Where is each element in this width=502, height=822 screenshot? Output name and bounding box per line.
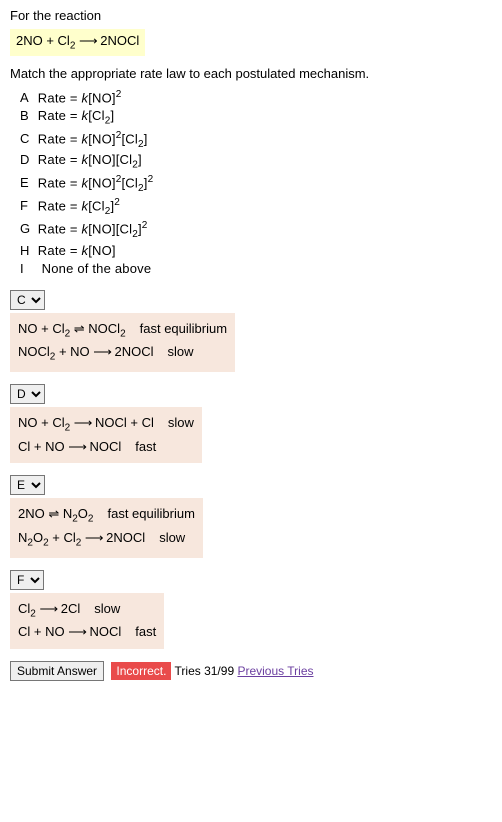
option-i: I None of the above (20, 261, 492, 276)
mechanism-text-1: NO + Cl2 ⇌ NOCl2fast equilibrium NOCl2 +… (10, 313, 235, 372)
option-e: E Rate = k[NO]2[Cl2]2 (20, 174, 492, 194)
option-b: B Rate = k[Cl2] (20, 108, 492, 127)
mechanism-block-3: E 2NO ⇌ N2O2fast equilibrium N2O2 + Cl2 … (10, 475, 492, 557)
option-g: G Rate = k[NO][Cl2]2 (20, 220, 492, 240)
answer-select-4[interactable]: F (10, 570, 44, 590)
mechanism-block-4: F Cl2 ⟶ 2Clslow Cl + NO ⟶ NOClfast (10, 570, 492, 649)
rate-law-options: A Rate = k[NO]2 B Rate = k[Cl2] C Rate =… (20, 89, 492, 276)
mechanism-text-2: NO + Cl2 ⟶ NOCl + Clslow Cl + NO ⟶ NOClf… (10, 407, 202, 463)
intro-text: For the reaction (10, 8, 492, 23)
previous-tries-link[interactable]: Previous Tries (237, 664, 313, 678)
mechanism-block-1: C NO + Cl2 ⇌ NOCl2fast equilibrium NOCl2… (10, 290, 492, 372)
tries-text: Tries 31/99 (175, 664, 235, 678)
option-d: D Rate = k[NO][Cl2] (20, 152, 492, 171)
option-h: H Rate = k[NO] (20, 243, 492, 258)
answer-select-1[interactable]: C (10, 290, 45, 310)
instruction-text: Match the appropriate rate law to each p… (10, 66, 492, 81)
option-f: F Rate = k[Cl2]2 (20, 197, 492, 217)
footer-row: Submit Answer Incorrect. Tries 31/99 Pre… (10, 661, 492, 681)
option-a: A Rate = k[NO]2 (20, 89, 492, 105)
reaction-equation: 2NO + Cl2 ⟶ 2NOCl (10, 29, 145, 56)
answer-select-2[interactable]: D (10, 384, 45, 404)
mechanism-text-4: Cl2 ⟶ 2Clslow Cl + NO ⟶ NOClfast (10, 593, 164, 649)
status-badge: Incorrect. (111, 662, 171, 680)
mechanism-block-2: D NO + Cl2 ⟶ NOCl + Clslow Cl + NO ⟶ NOC… (10, 384, 492, 463)
mechanism-text-3: 2NO ⇌ N2O2fast equilibrium N2O2 + Cl2 ⟶ … (10, 498, 203, 557)
option-c: C Rate = k[NO]2[Cl2] (20, 130, 492, 150)
answer-select-3[interactable]: E (10, 475, 45, 495)
submit-button[interactable]: Submit Answer (10, 661, 104, 681)
